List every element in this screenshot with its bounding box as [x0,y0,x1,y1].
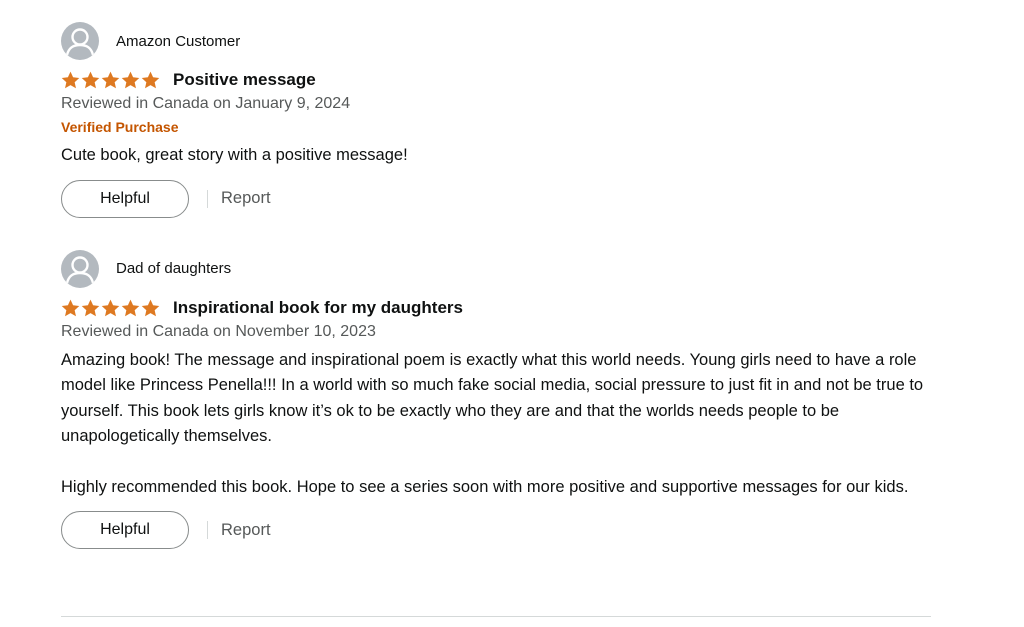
star-rating[interactable] [61,71,160,89]
report-link[interactable]: Report [221,189,271,208]
star-icon [81,299,100,316]
user-icon [65,28,95,56]
reviews-list: Amazon Customer Positive message Reviewe… [61,0,931,549]
review-body: Cute book, great story with a positive m… [61,143,931,169]
user-icon [65,255,95,283]
star-icon [101,299,120,316]
star-icon [121,71,140,89]
star-rating[interactable] [61,299,160,317]
report-link[interactable]: Report [221,521,271,540]
section-divider [61,616,931,617]
verified-purchase-badge[interactable]: Verified Purchase [61,118,931,136]
review-paragraph: Highly recommended this book. Hope to se… [61,477,909,496]
star-icon [101,71,120,89]
review-title-row: Inspirational book for my daughters [61,296,931,320]
avatar[interactable] [61,249,99,288]
review-title-row: Positive message [61,68,931,92]
action-separator [207,521,208,539]
helpful-button[interactable]: Helpful [61,179,189,218]
reviewer-name[interactable]: Dad of daughters [116,260,231,277]
review-actions: Helpful Report [61,179,931,218]
review-card: Dad of daughters Inspirational book for … [61,249,931,549]
review-paragraph: Cute book, great story with a positive m… [61,146,408,164]
review-actions: Helpful Report [61,511,931,549]
review-title[interactable]: Inspirational book for my daughters [173,298,463,318]
review-date: Reviewed in Canada on January 9, 2024 [61,95,351,112]
reviewer-profile[interactable]: Dad of daughters [61,249,931,288]
star-icon [61,299,80,316]
review-body: Amazing book! The message and inspiratio… [61,348,931,501]
star-icon [81,71,100,89]
review-date: Reviewed in Canada on November 10, 2023 [61,322,376,340]
review-card: Amazon Customer Positive message Reviewe… [61,22,931,218]
star-icon [141,299,160,316]
star-icon [141,71,160,89]
helpful-button[interactable]: Helpful [61,511,189,549]
avatar[interactable] [61,22,99,60]
star-icon [121,299,140,316]
star-icon [61,71,80,89]
reviewer-profile[interactable]: Amazon Customer [61,22,931,60]
reviewer-name[interactable]: Amazon Customer [116,33,240,50]
review-title[interactable]: Positive message [173,70,316,90]
action-separator [207,189,208,208]
review-paragraph: Amazing book! The message and inspiratio… [61,350,924,446]
